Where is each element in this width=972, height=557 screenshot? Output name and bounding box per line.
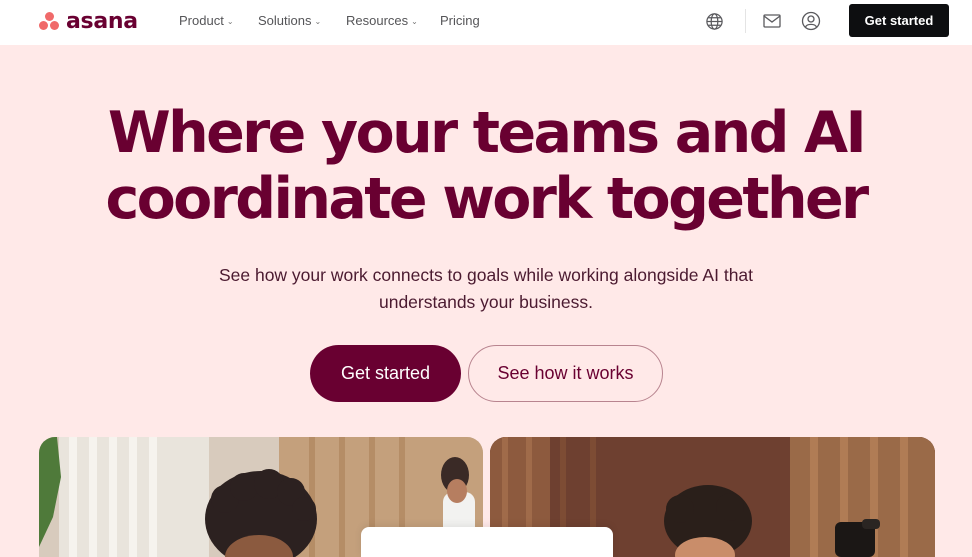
nav-item-product[interactable]: Product ⌄ (179, 13, 234, 28)
nav-item-pricing[interactable]: Pricing (440, 13, 480, 28)
nav-divider (745, 9, 746, 33)
get-started-button[interactable]: Get started (310, 345, 461, 402)
chevron-down-icon: ⌄ (226, 17, 234, 26)
nav-item-label: Product (179, 13, 224, 28)
chevron-down-icon: ⌄ (314, 17, 322, 26)
user-icon[interactable] (800, 10, 822, 32)
nav-item-label: Solutions (258, 13, 312, 28)
logo-wordmark: asana (66, 8, 138, 34)
top-navbar: asana Product ⌄ Solutions ⌄ Resources ⌄ … (0, 0, 972, 45)
hero-subtitle-line: understands your business. (378, 292, 594, 312)
hero-subtitle-line: See how your work connects to goals whil… (218, 265, 754, 285)
nav-item-resources[interactable]: Resources ⌄ (346, 13, 418, 28)
nav-item-label: Resources (346, 13, 409, 28)
asana-dots-icon (38, 11, 60, 31)
asana-logo[interactable]: asana (38, 8, 138, 34)
nav-item-label: Pricing (440, 13, 480, 28)
hero-title-line: coordinate work together (105, 166, 869, 232)
hero-subtitle: See how your work connects to goals whil… (186, 262, 786, 316)
get-started-nav-button[interactable]: Get started (849, 4, 949, 37)
hero-title: Where your teams and AI coordinate work … (0, 100, 972, 232)
nav-item-solutions[interactable]: Solutions ⌄ (258, 13, 321, 28)
hero-title-line: Where your teams and AI (107, 100, 867, 166)
globe-icon[interactable] (703, 10, 725, 32)
mail-icon[interactable] (761, 10, 783, 32)
preview-card (361, 527, 613, 557)
chevron-down-icon: ⌄ (411, 17, 418, 26)
see-how-it-works-button[interactable]: See how it works (468, 345, 663, 402)
